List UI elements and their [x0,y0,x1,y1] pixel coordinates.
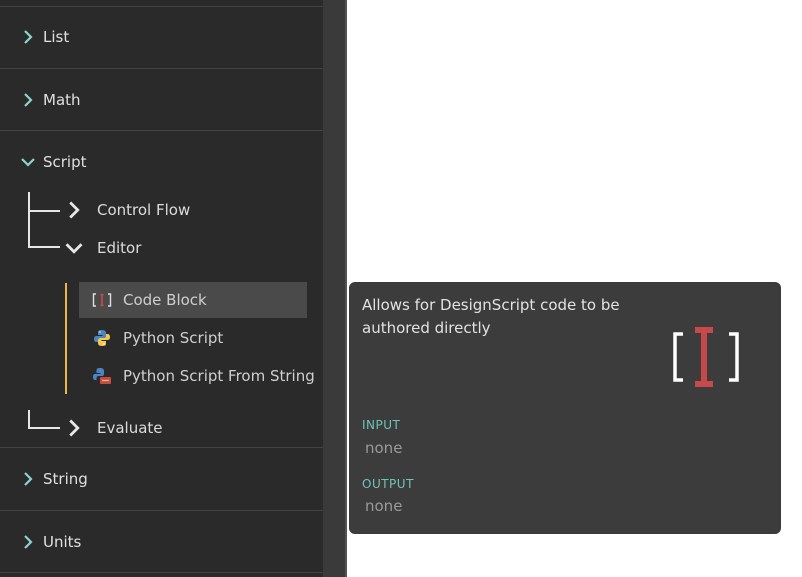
chevron-down-icon [65,243,83,254]
category-script[interactable]: Script [0,131,323,193]
category-label: Math [43,91,81,109]
node-code-block[interactable]: Code Block [79,282,307,318]
tooltip-description: Allows for DesignScript code to be autho… [362,296,620,337]
chevron-right-icon [69,419,80,437]
library-panel: List Math Script Control Flow Editor Cod… [0,0,323,577]
chevron-right-icon [69,201,80,219]
category-label: Script [43,153,87,171]
node-python-script-from-string[interactable]: Python Script From String [79,358,315,394]
node-label: Code Block [123,291,207,309]
code-block-large-icon [673,327,739,387]
output-value: none [365,497,403,515]
tree-line [28,246,60,248]
divider [0,572,323,573]
input-heading: INPUT [362,418,401,432]
node-label: Python Script From String [123,367,315,385]
tree-line [28,192,30,247]
chevron-down-icon [21,158,35,167]
chevron-right-icon [24,30,33,44]
tree-line [28,210,60,212]
code-block-icon [91,290,113,310]
node-tooltip: Allows for DesignScript code to be autho… [349,282,781,534]
category-list[interactable]: List [0,6,323,68]
python-string-icon [91,366,113,386]
subcategory-label: Editor [97,239,142,257]
python-icon [91,328,113,348]
chevron-right-icon [24,472,33,486]
tree-line [28,410,30,428]
input-value: none [365,439,403,457]
subcategory-label: Evaluate [97,419,163,437]
category-string[interactable]: String [0,448,323,510]
chevron-right-icon [24,535,33,549]
tree-accent-line [65,283,67,394]
category-label: List [43,28,70,46]
library-scrollbar[interactable] [323,0,345,577]
category-label: String [43,470,88,488]
output-heading: OUTPUT [362,477,414,491]
chevron-right-icon [24,93,33,107]
tree-line [28,427,60,429]
node-python-script[interactable]: Python Script [79,320,307,356]
node-label: Python Script [123,329,224,347]
category-math[interactable]: Math [0,69,323,131]
category-label: Units [43,533,82,551]
subcategory-label: Control Flow [97,201,191,219]
category-units[interactable]: Units [0,511,323,573]
